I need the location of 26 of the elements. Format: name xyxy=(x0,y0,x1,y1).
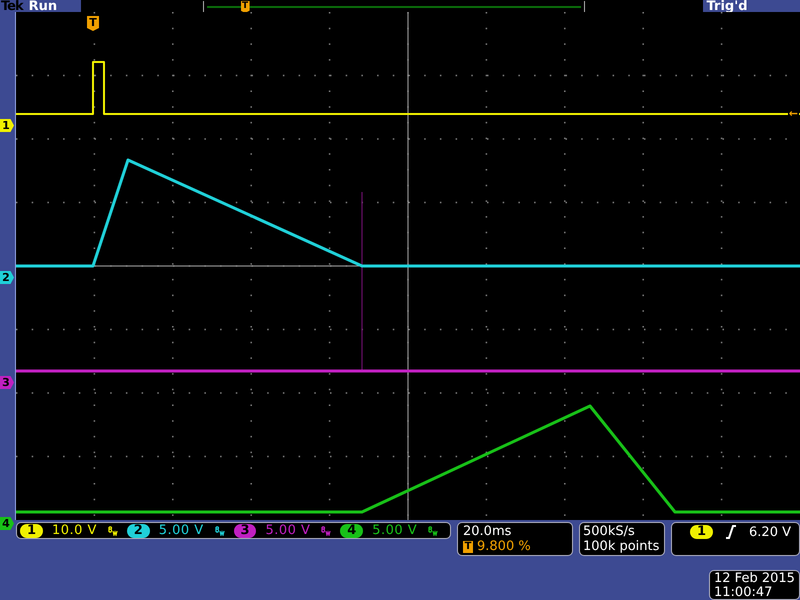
vertical-scale: 10.0 V xyxy=(52,522,98,538)
sample-rate: 500kS/s xyxy=(583,524,636,539)
trigger-position: 9.800 % xyxy=(477,539,531,554)
acquisition-status: Run xyxy=(28,0,58,13)
trigger-status: Trig'd xyxy=(706,0,749,13)
trigger-marker: T xyxy=(87,16,99,31)
time-label: 11:00:47 xyxy=(714,586,774,600)
vertical-scale: 5.00 V xyxy=(265,522,312,538)
brand-label: Tek xyxy=(1,0,23,13)
channel-badge[interactable]: 2 xyxy=(126,524,150,538)
horizontal-scale: 20.0ms xyxy=(463,524,512,539)
trigger-icon: T xyxy=(463,540,473,552)
trigger-level: 6.20 V xyxy=(749,525,791,541)
record-length: 100k points xyxy=(583,539,660,554)
vertical-scale: 5.00 V xyxy=(372,522,418,538)
channel-marker: 1 xyxy=(0,119,14,132)
channel-marker: 3 xyxy=(0,376,14,389)
channel-badge[interactable]: 4 xyxy=(340,524,364,538)
channel-badge[interactable]: 1 xyxy=(20,524,43,538)
date-label: 12 Feb 2015 xyxy=(714,572,795,586)
trigger-marker: T xyxy=(240,1,250,13)
channel-marker: 2 xyxy=(0,271,14,284)
vertical-scale: 5.00 V xyxy=(158,522,205,538)
trigger-source-badge: 1 xyxy=(690,525,714,539)
channel-marker: 4 xyxy=(0,517,14,530)
channel-badge[interactable]: 3 xyxy=(234,524,256,538)
